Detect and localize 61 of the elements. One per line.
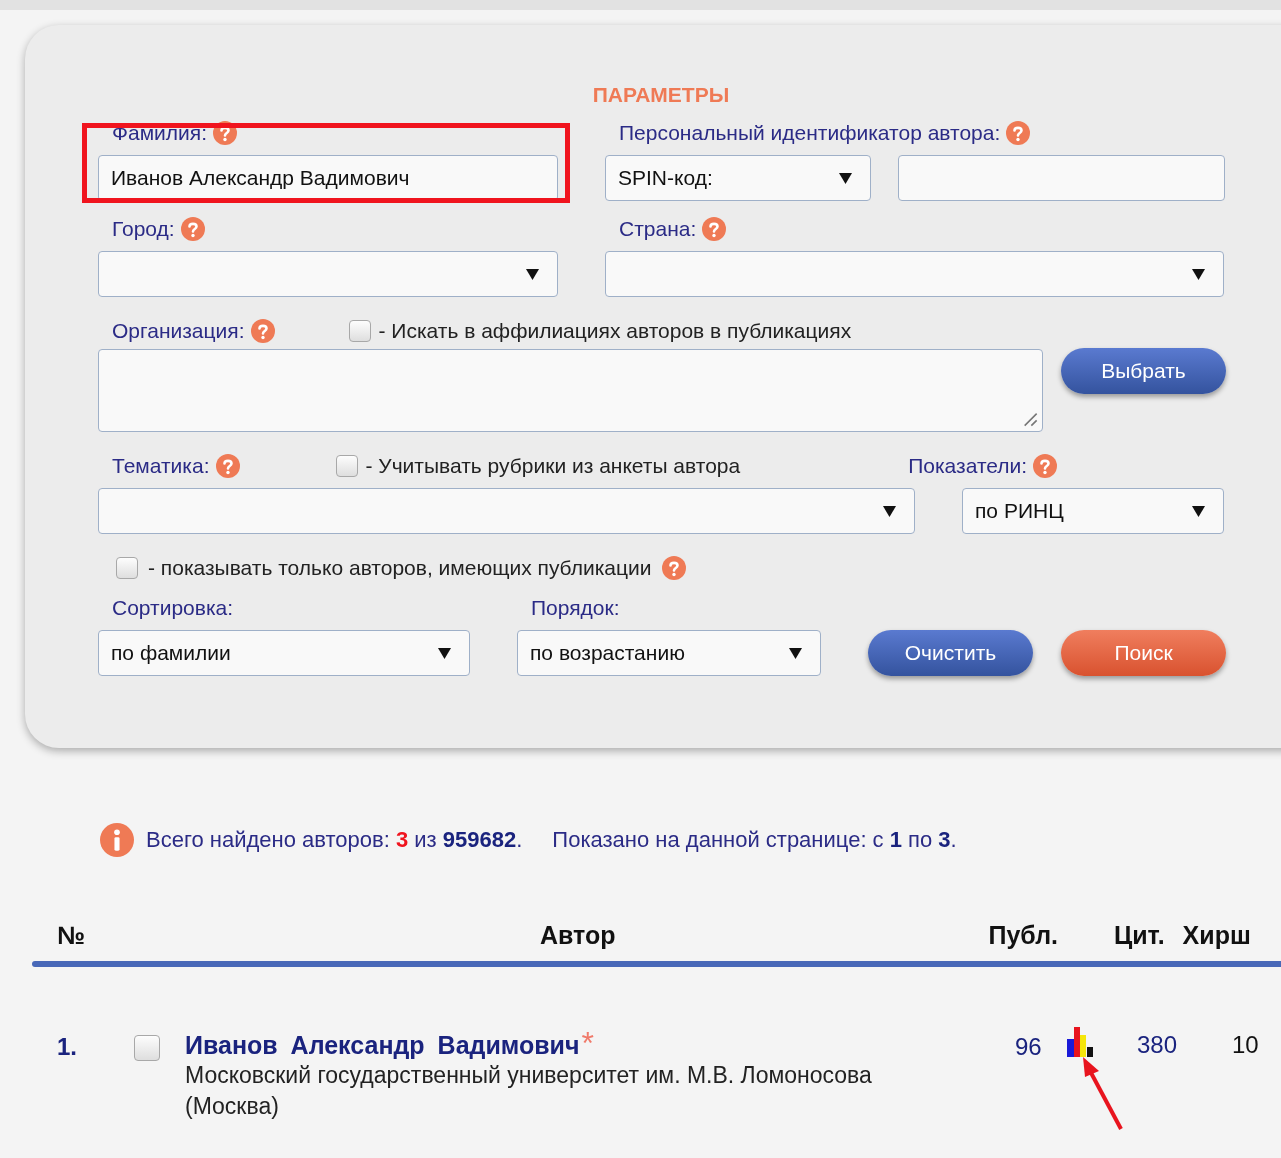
indicators-select[interactable]: по РИНЦ	[962, 488, 1224, 534]
checkbox-label: - показывать только авторов, имеющих публикации	[148, 556, 652, 580]
field-label: Город:	[112, 217, 175, 241]
checkbox-label: - Искать в аффилиациях авторов в публикациях	[378, 319, 852, 343]
field-label: Порядок:	[531, 596, 620, 620]
city-select[interactable]	[98, 251, 558, 297]
help-icon[interactable]	[1006, 121, 1031, 145]
field-label: Тематика:	[112, 454, 210, 478]
field-label: Фамилия:	[112, 121, 207, 145]
column-header: Автор	[539, 921, 616, 950]
asterisk-mark: *	[581, 1027, 594, 1059]
country-select[interactable]	[605, 251, 1224, 297]
caret-icon	[883, 504, 896, 518]
help-icon[interactable]	[661, 556, 686, 580]
id-type-select[interactable]: SPIN-код:	[605, 155, 871, 201]
caret-icon	[1192, 504, 1205, 518]
field-label: Сортировка:	[112, 596, 234, 620]
column-header: №	[57, 921, 85, 950]
help-icon[interactable]	[702, 217, 727, 241]
caret-icon	[526, 267, 539, 281]
affiliation-text: Московский государственный университет им. М.В. Ломоносова (Москва)	[185, 1061, 873, 1122]
surname-field[interactable]: Иванов Александр Вадимович	[98, 155, 558, 201]
organization-textarea[interactable]	[98, 349, 1043, 432]
caret-icon	[1192, 267, 1205, 281]
caret-icon	[438, 646, 451, 660]
id-input-field[interactable]	[898, 155, 1225, 201]
panel-title: ПАРАМЕТРЫ	[591, 83, 731, 107]
author-link[interactable]: Иванов Александр Вадимович	[185, 1031, 580, 1060]
row-checkbox[interactable]	[134, 1035, 160, 1061]
help-icon[interactable]	[213, 121, 237, 145]
field-label: Показатели:	[908, 454, 1028, 478]
page-range-text: Показано на данной странице: с 1 по 3.	[552, 827, 957, 853]
column-header: Цит.	[1113, 921, 1165, 950]
publications-count[interactable]: 96	[1015, 1033, 1042, 1061]
resize-grip-icon[interactable]	[1022, 411, 1038, 427]
help-icon[interactable]	[180, 217, 205, 241]
column-header: Хирш	[1182, 921, 1251, 950]
caret-icon	[839, 171, 852, 185]
sort-select[interactable]: по фамилии	[98, 630, 470, 676]
help-icon[interactable]	[215, 454, 240, 478]
checkbox[interactable]	[335, 455, 358, 477]
column-header: Публ.	[988, 921, 1058, 950]
checkbox-label: - Учитывать рубрики из анкеты автора	[365, 454, 741, 478]
checkbox[interactable]	[116, 557, 138, 579]
field-label: Страна:	[619, 217, 697, 241]
topic-select[interactable]	[98, 488, 915, 534]
help-icon[interactable]	[1033, 454, 1058, 478]
results-count-text: Всего найдено авторов: 3 из 959682.	[146, 827, 523, 853]
citations-count: 380	[1137, 1031, 1178, 1059]
field-label: Персональный идентификатор автора:	[619, 121, 1001, 145]
checkbox[interactable]	[348, 320, 371, 342]
h-index-value: 10	[1232, 1031, 1259, 1059]
order-select[interactable]: по возрастанию	[517, 630, 821, 676]
bar-chart-icon[interactable]	[1067, 1027, 1093, 1057]
help-icon[interactable]	[250, 319, 275, 343]
row-number: 1.	[57, 1033, 78, 1061]
caret-icon	[789, 646, 802, 660]
select-button[interactable]: Выбрать	[1061, 348, 1226, 394]
info-icon	[100, 823, 134, 857]
field-label: Организация:	[112, 319, 245, 343]
clear-button[interactable]: Очистить	[868, 630, 1033, 676]
